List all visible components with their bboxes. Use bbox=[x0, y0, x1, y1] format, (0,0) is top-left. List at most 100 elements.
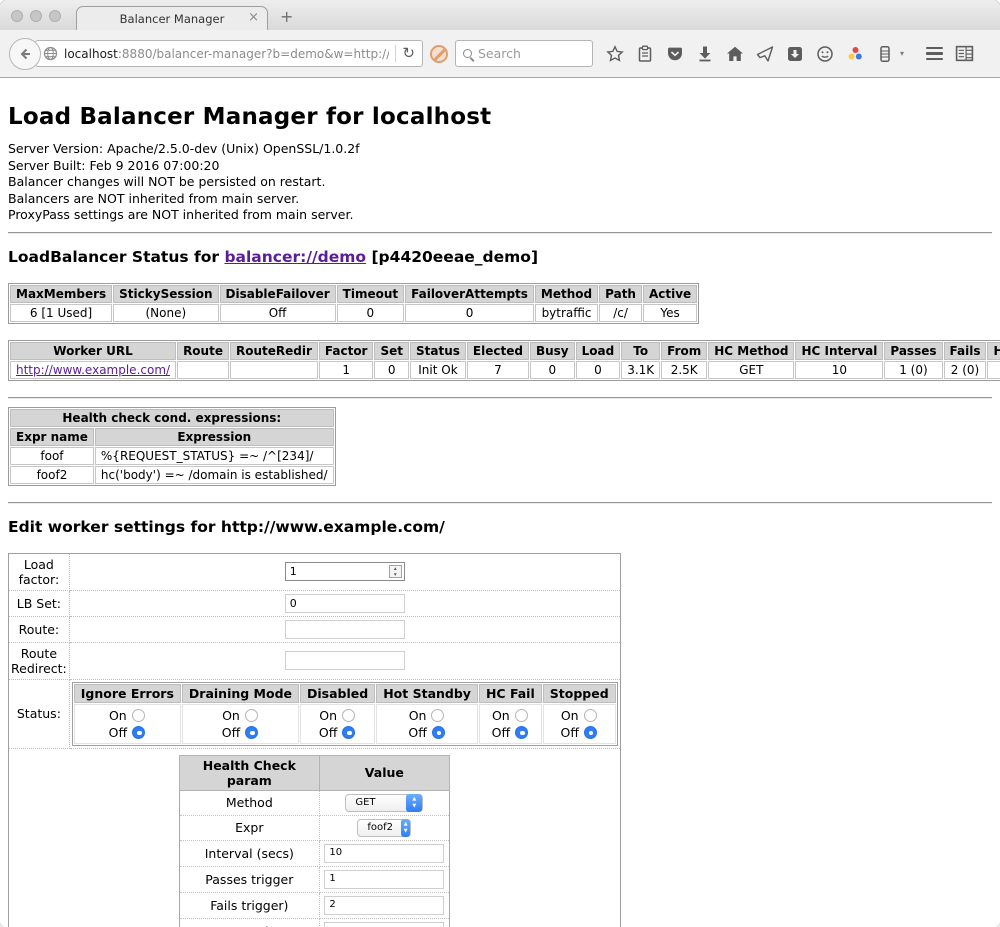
form-field-cell bbox=[69, 616, 620, 642]
toolbar-icons: ▾ bbox=[606, 44, 974, 63]
health-check-param-row: Fails trigger)2 bbox=[179, 892, 449, 918]
param-select[interactable]: GET▲▼ bbox=[345, 794, 423, 812]
status-radio-cell: OnOff bbox=[300, 704, 375, 744]
radio-button[interactable] bbox=[342, 726, 355, 739]
heading-suffix: [p4420eeae_demo] bbox=[366, 248, 538, 266]
radio-option[interactable]: On bbox=[187, 707, 294, 724]
bookmarks-grid-icon[interactable] bbox=[955, 44, 974, 63]
radio-button[interactable] bbox=[132, 709, 145, 722]
worker-url-link[interactable]: http://www.example.com/ bbox=[16, 363, 170, 377]
table-cell: 2 (0) bbox=[944, 361, 987, 379]
radio-option[interactable]: On bbox=[381, 707, 473, 724]
table-cell: 0 bbox=[576, 361, 621, 379]
column-header: FailoverAttempts bbox=[405, 285, 534, 303]
column-header: Busy bbox=[530, 342, 575, 360]
column-header: Factor bbox=[319, 342, 374, 360]
radio-option[interactable]: On bbox=[79, 707, 176, 724]
overflow-caret-icon[interactable]: ▾ bbox=[900, 49, 904, 58]
input-value: 1 bbox=[329, 873, 335, 884]
download-icon[interactable] bbox=[696, 45, 714, 63]
window-zoom-button[interactable] bbox=[49, 10, 61, 22]
bookmark-star-icon[interactable] bbox=[606, 45, 624, 63]
send-page-icon[interactable] bbox=[756, 45, 774, 63]
table-cell: 6 [1 Used] bbox=[10, 304, 112, 322]
new-tab-button[interactable]: + bbox=[280, 7, 293, 26]
back-button[interactable] bbox=[9, 38, 41, 70]
status-radio-cell: OnOff bbox=[182, 704, 299, 744]
column-header: Route bbox=[177, 342, 229, 360]
table-cell: 1 bbox=[319, 361, 374, 379]
column-header: Set bbox=[374, 342, 409, 360]
radio-option[interactable]: Off bbox=[187, 724, 294, 741]
radio-button[interactable] bbox=[342, 709, 355, 722]
table-cell: hc('body') =~ /domain is established/ bbox=[95, 466, 334, 484]
column-header: RouteRedir bbox=[230, 342, 318, 360]
balancer-demo-link[interactable]: balancer://demo bbox=[224, 248, 366, 266]
param-text-input[interactable]: 10 bbox=[324, 844, 444, 863]
radio-option[interactable]: Off bbox=[548, 724, 611, 741]
column-header: Path bbox=[599, 285, 642, 303]
table-cell: foof2 bbox=[10, 466, 94, 484]
content-blocked-icon[interactable] bbox=[430, 45, 448, 63]
menu-icon[interactable] bbox=[926, 47, 943, 60]
form-text-input[interactable]: 0 bbox=[285, 594, 405, 613]
radio-option[interactable]: Off bbox=[381, 724, 473, 741]
feedback-smiley-icon[interactable] bbox=[816, 45, 834, 63]
heading-prefix: LoadBalancer Status for bbox=[8, 248, 224, 266]
column-header: HC Method bbox=[708, 342, 794, 360]
reload-icon[interactable]: ↻ bbox=[402, 46, 415, 61]
status-column-header: Disabled bbox=[300, 684, 375, 703]
radio-option[interactable]: On bbox=[484, 707, 537, 724]
window-minimize-button[interactable] bbox=[30, 10, 42, 22]
colored-dots-extension-icon[interactable] bbox=[846, 45, 864, 63]
radio-button[interactable] bbox=[132, 726, 145, 739]
radio-button[interactable] bbox=[431, 709, 444, 722]
tab-close-icon[interactable]: × bbox=[248, 10, 259, 25]
url-bar[interactable]: localhost:8880/balancer-manager?b=demo&w… bbox=[35, 40, 423, 67]
status-table-cell: Ignore ErrorsDraining ModeDisabledHot St… bbox=[69, 679, 620, 748]
param-text-input[interactable] bbox=[324, 922, 444, 927]
param-value-cell: 10 bbox=[319, 840, 449, 866]
form-text-input[interactable]: 1 ▴▾ bbox=[285, 562, 405, 581]
param-text-input[interactable]: 1 bbox=[324, 870, 444, 889]
radio-button[interactable] bbox=[432, 726, 445, 739]
radio-option[interactable]: Off bbox=[305, 724, 370, 741]
radio-option[interactable]: On bbox=[548, 707, 611, 724]
radio-button[interactable] bbox=[515, 726, 528, 739]
radio-option[interactable]: Off bbox=[484, 724, 537, 741]
radio-label: Off bbox=[109, 724, 127, 741]
param-text-input[interactable]: 2 bbox=[324, 896, 444, 915]
home-icon[interactable] bbox=[726, 45, 744, 63]
tab-balancer-manager[interactable]: Balancer Manager × bbox=[76, 6, 268, 30]
form-text-input[interactable] bbox=[285, 651, 405, 670]
radio-option[interactable]: Off bbox=[79, 724, 176, 741]
reading-list-icon[interactable] bbox=[636, 45, 654, 63]
server-info-line: Balancer changes will NOT be persisted o… bbox=[8, 174, 992, 191]
form-field-cell: 1 ▴▾ bbox=[69, 553, 620, 590]
pocket-icon[interactable] bbox=[666, 45, 684, 63]
number-spinner-icon[interactable]: ▴▾ bbox=[389, 565, 402, 578]
radio-button[interactable] bbox=[584, 726, 597, 739]
param-select[interactable]: foof2▲▼ bbox=[357, 819, 411, 837]
table-cell: 0 bbox=[405, 304, 534, 322]
health-expressions-table: Health check cond. expressions:Expr name… bbox=[8, 407, 336, 486]
table-cell bbox=[987, 361, 1000, 379]
radio-option[interactable]: On bbox=[305, 707, 370, 724]
form-row: Route: bbox=[9, 616, 621, 642]
radio-button[interactable] bbox=[245, 709, 258, 722]
radio-button[interactable] bbox=[515, 709, 528, 722]
save-to-device-icon[interactable] bbox=[786, 45, 804, 63]
container-extension-icon[interactable] bbox=[876, 45, 894, 63]
input-value: 1 bbox=[290, 565, 297, 578]
radio-button[interactable] bbox=[245, 726, 258, 739]
radio-label: On bbox=[109, 707, 127, 724]
url-text[interactable]: localhost:8880/balancer-manager?b=demo&w… bbox=[64, 47, 389, 61]
balancer-status-table: MaxMembersStickySessionDisableFailoverTi… bbox=[8, 283, 699, 324]
server-info: Server Version: Apache/2.5.0-dev (Unix) … bbox=[8, 141, 992, 224]
radio-button[interactable] bbox=[584, 709, 597, 722]
search-bar[interactable]: Search bbox=[455, 40, 593, 67]
form-text-input[interactable] bbox=[285, 620, 405, 639]
search-icon bbox=[463, 49, 472, 58]
window-close-button[interactable] bbox=[11, 10, 23, 22]
header-row: Worker URLRouteRouteRedirFactorSetStatus… bbox=[10, 342, 1000, 360]
